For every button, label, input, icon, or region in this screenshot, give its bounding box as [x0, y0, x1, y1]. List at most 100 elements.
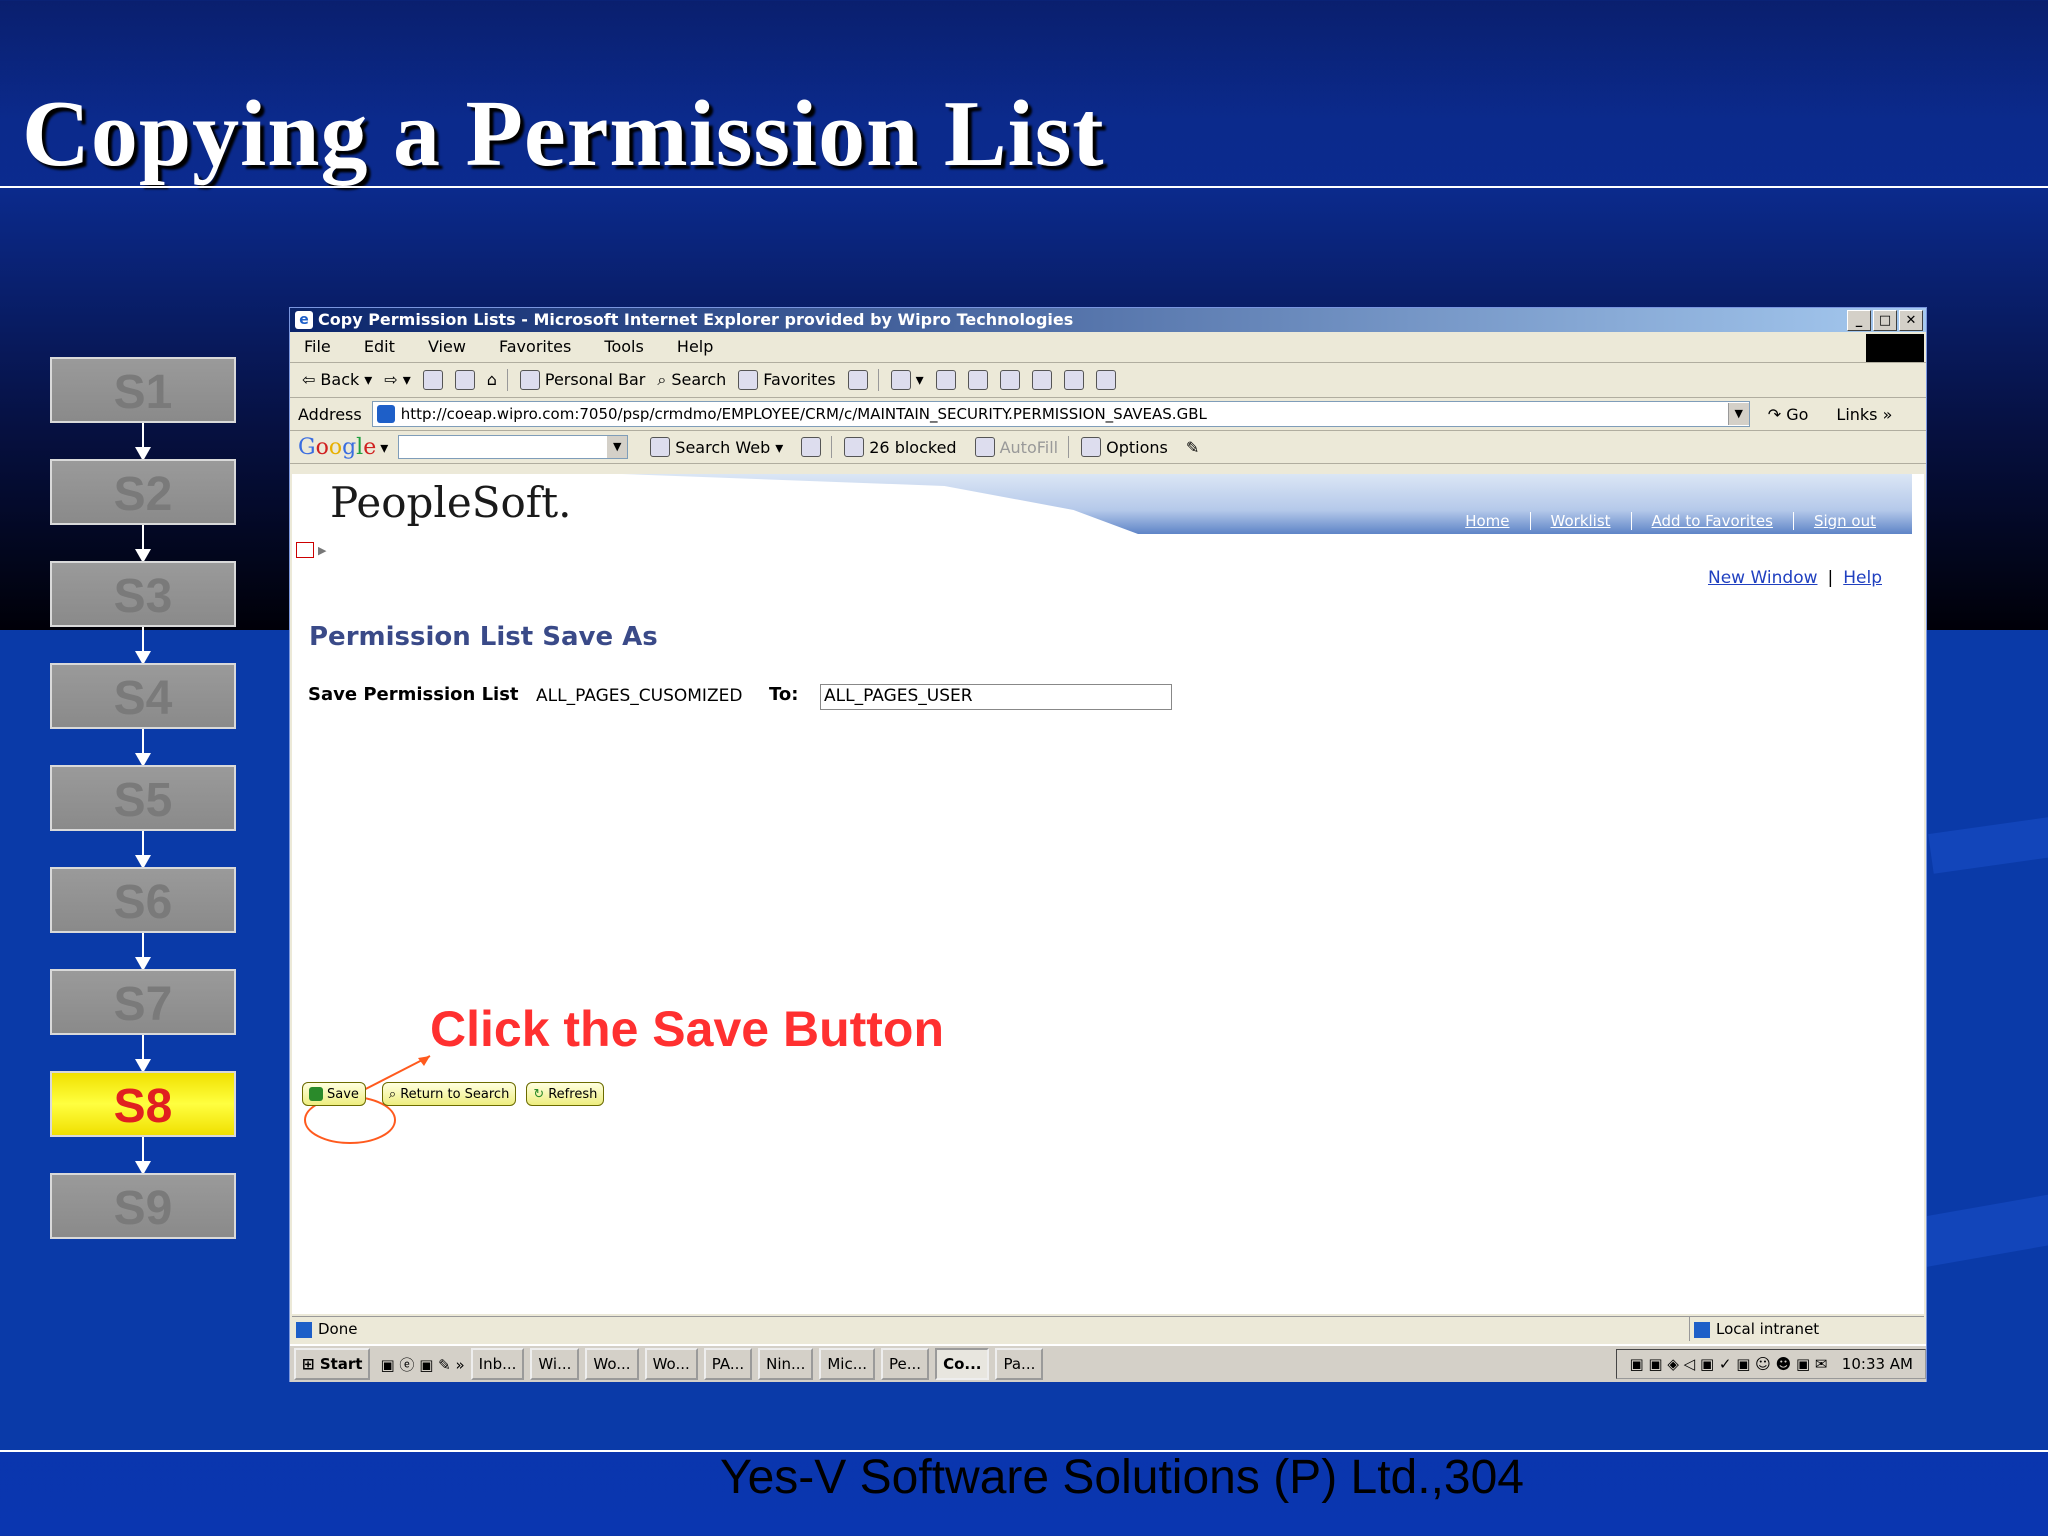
search-button[interactable]: ⌕ Search — [657, 363, 726, 397]
source-permission-list: ALL_PAGES_CUSOMIZED — [536, 686, 743, 706]
taskbar-item-active[interactable]: Co... — [935, 1348, 990, 1380]
maximize-button[interactable]: □ — [1873, 310, 1897, 331]
autofill-label: AutoFill — [999, 437, 1059, 457]
print-button[interactable] — [935, 370, 956, 390]
research-button[interactable] — [1031, 370, 1052, 390]
help-link[interactable]: Help — [1843, 568, 1882, 588]
messenger-button[interactable] — [1063, 370, 1084, 390]
personal-bar-button[interactable]: Personal Bar — [519, 363, 645, 397]
links-button[interactable]: Links » — [1836, 405, 1892, 424]
contacts-button[interactable] — [1095, 370, 1116, 390]
forward-button[interactable]: ⇨ ▾ — [384, 363, 410, 397]
step-s3[interactable]: S3 — [50, 561, 236, 627]
google-menu-icon[interactable]: ▾ — [380, 438, 388, 457]
edit-button[interactable] — [967, 370, 988, 390]
step-arrow — [135, 627, 151, 665]
back-button[interactable]: ⇦ Back ▾ — [302, 363, 372, 397]
taskbar-item[interactable]: Pa... — [995, 1348, 1044, 1380]
expand-arrow-icon[interactable]: ▶ — [318, 544, 326, 557]
close-button[interactable]: ✕ — [1899, 310, 1923, 331]
standard-toolbar: ⇦ Back ▾ ⇨ ▾ ⌂ Personal Bar ⌕ Search Favor… — [290, 363, 1926, 398]
step-s8[interactable]: S8 — [50, 1071, 236, 1137]
minimize-button[interactable]: _ — [1847, 310, 1871, 331]
stop-icon — [422, 370, 443, 390]
go-button[interactable]: ↷ Go — [1768, 405, 1809, 424]
taskbar-item[interactable]: Nin... — [758, 1348, 814, 1380]
start-button[interactable]: ⊞ Start — [294, 1348, 371, 1380]
clock: 10:33 AM — [1841, 1355, 1913, 1373]
taskbar-item[interactable]: Pe... — [881, 1348, 930, 1380]
nav-sign-out[interactable]: Sign out — [1792, 512, 1896, 530]
popup-blocker-button[interactable]: 26 blocked — [844, 437, 957, 457]
highlight-button[interactable]: ✎ — [1186, 438, 1199, 457]
home-button[interactable]: ⌂ — [487, 363, 497, 397]
step-s1[interactable]: S1 — [50, 357, 236, 423]
step-s7[interactable]: S7 — [50, 969, 236, 1035]
address-label: Address — [298, 404, 362, 424]
menu-view[interactable]: View — [428, 337, 466, 356]
step-s9[interactable]: S9 — [50, 1173, 236, 1239]
news-icon — [801, 437, 822, 457]
step-s2[interactable]: S2 — [50, 459, 236, 525]
taskbar-item[interactable]: Wo... — [644, 1348, 698, 1380]
popup-blocker-icon — [844, 437, 865, 457]
google-search-input[interactable]: ▼ — [398, 435, 629, 459]
nav-home[interactable]: Home — [1445, 512, 1529, 530]
taskbar-item[interactable]: Inb... — [470, 1348, 525, 1380]
taskbar-item[interactable]: Mic... — [819, 1348, 876, 1380]
links-label: Links — [1836, 404, 1878, 424]
quick-launch[interactable]: ▣ ⓔ ▣ ✎ » — [380, 1354, 464, 1375]
stop-button[interactable] — [422, 370, 443, 390]
favorites-button[interactable]: Favorites — [738, 363, 836, 397]
header-nav: Home Worklist Add to Favorites Sign out — [1445, 512, 1896, 530]
step-arrow — [135, 729, 151, 767]
save-button[interactable]: Save — [302, 1082, 366, 1106]
mail-button[interactable]: ▾ — [890, 363, 924, 397]
menu-bar: File Edit View Favorites Tools Help — [290, 332, 1926, 363]
tray-icons[interactable]: ▣ ▣ ◈ ◁ ▣ ✓ ▣ ☺ ☻ ▣ ✉ — [1629, 1355, 1827, 1373]
google-dropdown-icon[interactable]: ▼ — [607, 436, 628, 458]
menu-edit[interactable]: Edit — [364, 337, 395, 356]
personal-bar-icon — [519, 370, 540, 390]
new-window-link[interactable]: New Window — [1708, 568, 1818, 588]
page-links: New Window | Help — [1707, 568, 1882, 588]
history-button[interactable] — [847, 370, 868, 390]
search-web-button[interactable]: Search Web ▾ — [650, 437, 783, 457]
refresh-button[interactable] — [454, 370, 475, 390]
print-icon — [935, 370, 956, 390]
step-s6[interactable]: S6 — [50, 867, 236, 933]
taskbar-item[interactable]: Wi... — [530, 1348, 580, 1380]
to-label: To: — [769, 684, 799, 705]
back-label: Back — [320, 370, 360, 389]
google-logo: Google — [298, 434, 377, 460]
menu-favorites[interactable]: Favorites — [499, 337, 571, 356]
status-text: Done — [318, 1320, 358, 1338]
options-button[interactable]: Options — [1081, 437, 1168, 457]
step-s4[interactable]: S4 — [50, 663, 236, 729]
step-arrow — [135, 423, 151, 461]
toolbar-separator — [1068, 436, 1070, 458]
taskbar-item[interactable]: PA... — [703, 1348, 753, 1380]
slide-title: Copying a Permission List — [22, 82, 1105, 186]
nav-add-to-favorites[interactable]: Add to Favorites — [1630, 512, 1793, 530]
news-button[interactable] — [801, 437, 822, 457]
target-permission-list-input[interactable]: ALL_PAGES_USER — [820, 684, 1172, 710]
refresh-page-button[interactable]: ↻ Refresh — [526, 1082, 605, 1106]
search-web-label: Search Web — [675, 437, 771, 457]
start-label: Start — [319, 1355, 363, 1373]
magnifier-icon: ⌕ — [388, 1086, 397, 1102]
save-icon — [309, 1087, 323, 1101]
address-input[interactable]: http://coeap.wipro.com:7050/psp/crmdmo/E… — [371, 401, 1750, 427]
step-s5[interactable]: S5 — [50, 765, 236, 831]
return-to-search-button[interactable]: ⌕ Return to Search — [381, 1082, 517, 1106]
step-arrow — [135, 1137, 151, 1175]
autofill-button[interactable]: AutoFill — [974, 437, 1059, 457]
menu-tools[interactable]: Tools — [604, 337, 643, 356]
address-dropdown-icon[interactable]: ▼ — [1727, 403, 1749, 425]
menu-help[interactable]: Help — [677, 337, 713, 356]
nav-worklist[interactable]: Worklist — [1529, 512, 1631, 530]
discuss-button[interactable] — [999, 370, 1020, 390]
menu-file[interactable]: File — [304, 337, 331, 356]
taskbar-item[interactable]: Wo... — [585, 1348, 639, 1380]
menu-toggle-icon[interactable] — [296, 542, 314, 558]
